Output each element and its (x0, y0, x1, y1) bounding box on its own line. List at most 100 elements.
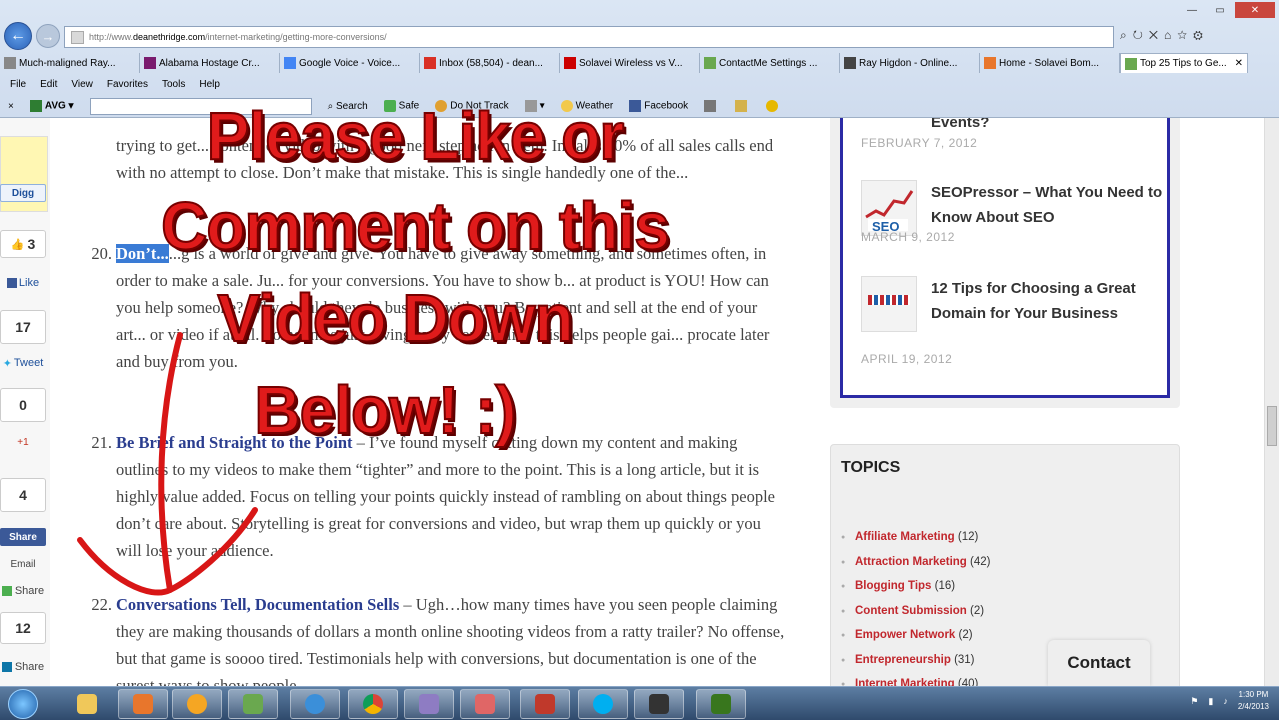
grid-menu-button[interactable]: ▾ (524, 100, 545, 112)
share2-button[interactable]: Share (0, 582, 46, 600)
taskbar-app-7[interactable] (460, 689, 510, 719)
maximize-button[interactable]: ▭ (1207, 2, 1233, 18)
taskbar-app-3[interactable] (228, 689, 278, 719)
toolbar-close-button[interactable]: × (8, 101, 14, 112)
plusone-button[interactable]: +1 (0, 434, 46, 450)
taskbar-media-player[interactable] (172, 689, 222, 719)
tray-flag-icon[interactable]: ⚑ (1190, 696, 1198, 707)
like-button[interactable]: Like (0, 274, 46, 292)
calendar-button[interactable] (704, 100, 719, 112)
facebook-count-value: 3 (27, 236, 36, 252)
tab-8[interactable]: Home - Solavei Bom... (980, 53, 1120, 73)
refresh-icon[interactable]: ↻ (1133, 28, 1149, 42)
tab-close-icon[interactable]: ✕ (1235, 58, 1243, 69)
post-title[interactable]: Events? (931, 118, 1171, 135)
do-not-track-button[interactable]: Do Not Track (435, 100, 509, 112)
stop-icon[interactable]: ✕ (1149, 28, 1164, 42)
forward-button[interactable]: → (36, 24, 60, 48)
tools-gear-icon[interactable]: ⚙ (1193, 28, 1209, 42)
home-icon[interactable]: ⌂ (1164, 28, 1177, 42)
topic-item[interactable]: Content Submission (2) (841, 605, 984, 617)
search-dropdown-icon[interactable]: ⌕ (1120, 28, 1133, 42)
chat-button[interactable] (766, 100, 781, 112)
menu-help[interactable]: Help (199, 79, 220, 90)
linkedin-share-button[interactable]: Share (0, 658, 46, 676)
tab-1[interactable]: Much-maligned Ray... (0, 53, 140, 73)
tab-4[interactable]: Inbox (58,504) - dean... (420, 53, 560, 73)
app-10-icon (649, 694, 669, 714)
tab-2[interactable]: Alabama Hostage Cr... (140, 53, 280, 73)
tab-3[interactable]: Google Voice - Voice... (280, 53, 420, 73)
post-title[interactable]: 12 Tips for Choosing a Great Domain for … (931, 276, 1171, 326)
menu-view[interactable]: View (71, 79, 93, 90)
facebook-button[interactable]: Facebook (629, 100, 688, 112)
taskbar-internet-explorer[interactable] (290, 689, 340, 719)
tab-6[interactable]: ContactMe Settings ... (700, 53, 840, 73)
notes-button[interactable] (735, 100, 750, 112)
taskbar-explorer[interactable] (62, 689, 112, 719)
topic-link[interactable]: Internet Marketing (855, 678, 955, 686)
topic-item[interactable]: Blogging Tips (16) (841, 580, 955, 592)
post-thumbnail[interactable] (861, 276, 917, 332)
topic-item[interactable]: Affiliate Marketing (12) (841, 531, 978, 543)
post-thumbnail[interactable]: SEO (861, 180, 917, 236)
tab-label: Inbox (58,504) - dean... (439, 57, 543, 69)
app-6-icon (419, 694, 439, 714)
menu-file[interactable]: File (10, 79, 26, 90)
tab-5[interactable]: Solavei Wireless vs V... (560, 53, 700, 73)
post-title[interactable]: SEOPressor – What You Need to Know About… (931, 180, 1171, 230)
item-heading-link[interactable]: Don’t... (116, 244, 169, 263)
topic-link[interactable]: Affiliate Marketing (855, 531, 955, 543)
tab-favicon-icon (144, 57, 156, 69)
digg-button[interactable]: Digg (0, 184, 46, 202)
browser-chrome: — ▭ ✕ ← → http://www.deanethridge.com/in… (0, 0, 1279, 118)
taskbar-skype[interactable] (578, 689, 628, 719)
tab-9[interactable]: Top 25 Tips to Ge... ✕ (1120, 53, 1248, 73)
address-bar[interactable]: http://www.deanethridge.com/internet-mar… (64, 26, 1114, 48)
tray-volume-icon[interactable]: ♪ (1223, 696, 1228, 706)
topic-item[interactable]: Entrepreneurship (31) (841, 654, 974, 666)
clock[interactable]: 1:30 PM 2/4/2013 (1238, 689, 1269, 713)
taskbar-mcafee[interactable] (520, 689, 570, 719)
linkedin-count: 12 (0, 612, 46, 644)
tray-network-icon[interactable]: ▮ (1208, 696, 1213, 707)
tab-favicon-icon (844, 57, 856, 69)
menu-tools[interactable]: Tools (162, 79, 185, 90)
contact-button[interactable]: Contact (1048, 640, 1150, 686)
tab-7[interactable]: Ray Higdon - Online... (840, 53, 980, 73)
topic-link[interactable]: Attraction Marketing (855, 556, 967, 568)
taskbar-chrome[interactable] (348, 689, 398, 719)
close-window-button[interactable]: ✕ (1235, 2, 1275, 18)
topic-link[interactable]: Entrepreneurship (855, 654, 951, 666)
tweet-button[interactable]: ✦ Tweet (0, 354, 46, 372)
safe-button[interactable]: Safe (383, 100, 419, 112)
menu-edit[interactable]: Edit (40, 79, 57, 90)
weather-button[interactable]: Weather (560, 100, 613, 112)
topic-link[interactable]: Content Submission (855, 605, 967, 617)
back-button[interactable]: ← (4, 22, 32, 50)
url-domain: deanethridge.com (133, 32, 206, 42)
item-heading-link[interactable]: Be Brief and Straight to the Point (116, 433, 353, 452)
email-button[interactable]: Email (0, 556, 46, 572)
share-button[interactable]: Share (0, 528, 46, 546)
avg-button[interactable]: AVG ▾ (29, 100, 74, 112)
taskbar-app-10[interactable] (634, 689, 684, 719)
favorites-star-icon[interactable]: ☆ (1177, 28, 1193, 42)
taskbar-app-1[interactable] (118, 689, 168, 719)
minimize-button[interactable]: — (1179, 2, 1205, 18)
start-button[interactable] (8, 689, 38, 719)
topic-link[interactable]: Empower Network (855, 629, 955, 641)
topic-link[interactable]: Blogging Tips (855, 580, 931, 592)
taskbar-app-11[interactable] (696, 689, 746, 719)
toolbar-search-input[interactable] (89, 97, 312, 115)
topic-item[interactable]: Attraction Marketing (42) (841, 556, 991, 568)
scrollbar-thumb[interactable] (1267, 406, 1277, 446)
page-scrollbar[interactable] (1264, 118, 1279, 686)
toolbar-search-button[interactable]: ⌕ Search (328, 101, 368, 112)
taskbar-app-6[interactable] (404, 689, 454, 719)
topic-item[interactable]: Internet Marketing (40) (841, 678, 978, 686)
topic-item[interactable]: Empower Network (2) (841, 629, 973, 641)
item-heading-link[interactable]: Conversations Tell, Documentation Sells (116, 595, 399, 614)
forward-arrow-icon: → (41, 28, 55, 44)
menu-favorites[interactable]: Favorites (107, 79, 148, 90)
